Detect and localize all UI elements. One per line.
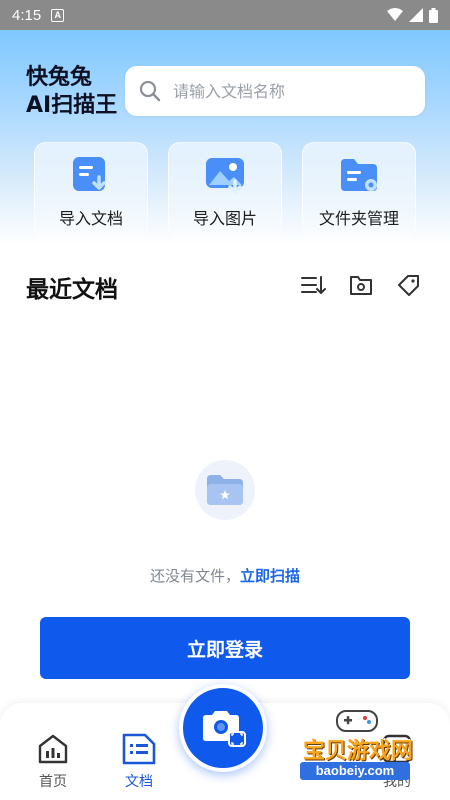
tag-button[interactable] [396, 272, 422, 298]
folder-manage-icon [341, 159, 377, 191]
nav-item-docs[interactable]: 文档 [104, 731, 174, 791]
watermark-logo: 宝贝游戏网 baobeiy.com [292, 705, 424, 785]
brand-line-1: 快兔兔 [26, 65, 93, 90]
brand-line-2: AI扫描王 [26, 93, 118, 118]
sort-button[interactable] [300, 272, 326, 298]
status-time: 4:15 [12, 6, 42, 24]
notification-a-icon: A [51, 8, 65, 22]
camera-scan-icon [203, 711, 246, 747]
nav-label-home: 首页 [39, 774, 67, 790]
sort-icon [301, 276, 326, 294]
empty-state-message: 还没有文件，立即扫描 [0, 565, 450, 586]
battery-icon [429, 7, 438, 23]
scan-now-link[interactable]: 立即扫描 [240, 567, 300, 585]
import-image-icon [206, 158, 244, 194]
signal-icon [409, 8, 423, 22]
docs-icon [122, 733, 156, 765]
import-doc-label: 导入文档 [58, 209, 123, 228]
import-doc-button[interactable]: 导入文档 [34, 142, 148, 238]
empty-state-text: 还没有文件， [149, 567, 240, 585]
import-image-button[interactable]: 导入图片 [168, 142, 282, 238]
search-input[interactable] [173, 81, 413, 101]
status-bar: 4:15 A [0, 0, 450, 30]
nav-label-docs: 文档 [125, 774, 153, 790]
folder-manage-label: 文件夹管理 [318, 209, 399, 228]
watermark-url: baobeiy.com [300, 762, 410, 780]
status-indicators [387, 7, 438, 23]
scan-fab-button[interactable] [179, 684, 267, 772]
wifi-icon [387, 8, 403, 21]
recent-docs-title: 最近文档 [26, 277, 118, 303]
nav-item-home[interactable]: 首页 [18, 731, 88, 791]
folder-icon [350, 276, 372, 295]
folder-manage-button[interactable]: 文件夹管理 [302, 142, 416, 238]
watermark-text: 宝贝游戏网 [302, 739, 413, 764]
home-icon [38, 734, 68, 764]
tag-icon [398, 275, 419, 296]
empty-state-illustration [195, 460, 255, 520]
folder-button[interactable] [348, 272, 374, 298]
import-image-label: 导入图片 [192, 209, 257, 228]
import-doc-icon [73, 157, 106, 191]
search-bar[interactable] [125, 66, 425, 116]
recent-docs-toolbar [300, 272, 422, 298]
login-button[interactable]: 立即登录 [40, 617, 410, 679]
app-brand: 快兔兔 AI扫描王 [26, 64, 131, 120]
search-icon [139, 80, 161, 102]
gamepad-icon [336, 710, 378, 732]
empty-folder-icon [207, 475, 243, 505]
